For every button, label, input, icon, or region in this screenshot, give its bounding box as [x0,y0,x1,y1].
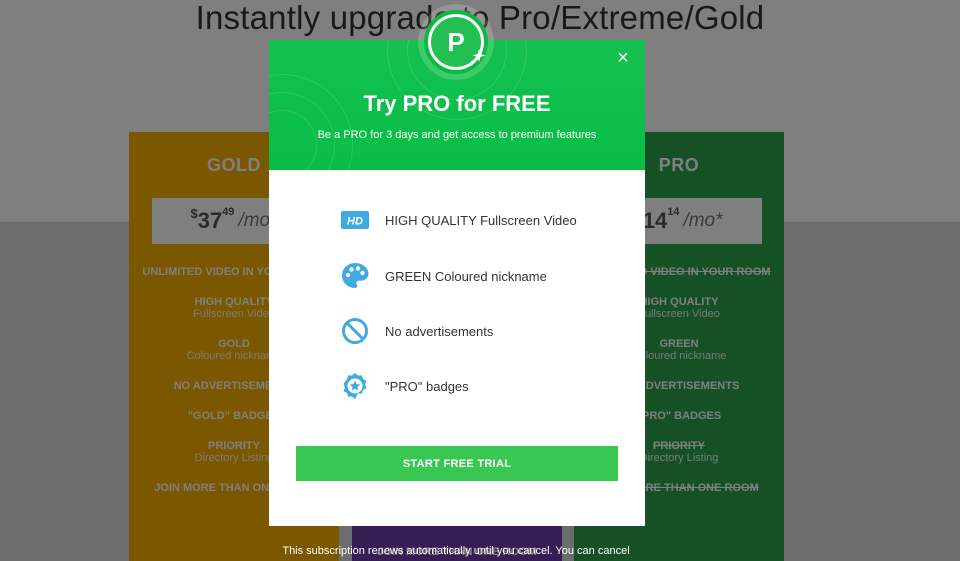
sparkle-icon [468,48,488,73]
benefit-item: No advertisements [340,316,493,346]
hd-icon: HD [340,205,370,235]
trial-modal: × Try PRO for FREE Be a PRO for 3 days a… [269,40,645,526]
close-button[interactable]: × [612,48,634,70]
decorative-ring [269,74,353,170]
modal-title: Try PRO for FREE [363,91,551,116]
star-badge-icon [340,371,370,401]
benefit-text: "PRO" badges [385,378,469,394]
benefit-text: HIGH QUALITY Fullscreen Video [385,212,577,228]
benefit-text: No advertisements [385,323,494,339]
benefit-text: GREEN Coloured nickname [385,268,547,284]
benefit-item: GREEN Coloured nickname [340,261,547,291]
no-ads-icon [340,316,370,346]
palette-icon [340,261,370,291]
modal-subtitle: Be a PRO for 3 days and get access to pr… [317,129,597,141]
svg-text:HD: HD [347,216,363,228]
start-free-trial-button[interactable]: START FREE TRIAL [296,446,618,481]
benefit-item: "PRO" badges [340,371,469,401]
renewal-note: This subscription renews automatically u… [282,545,630,557]
benefit-item: HD HIGH QUALITY Fullscreen Video [340,205,577,235]
pro-badge: P [424,10,488,74]
